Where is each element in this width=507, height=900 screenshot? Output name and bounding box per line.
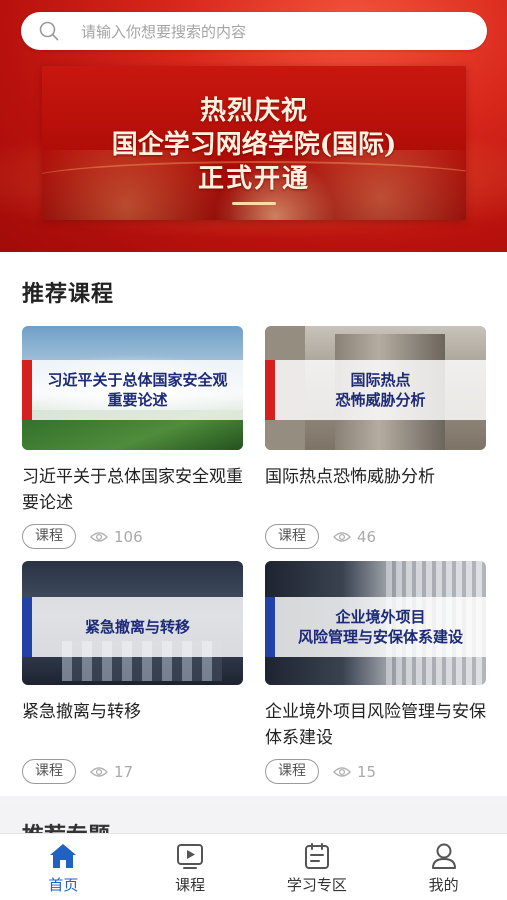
banner-line-3: 正式开通 — [197, 164, 310, 194]
search-bar[interactable]: 请输入你想要搜索的内容 — [21, 12, 487, 50]
thumbnail-caption-text: 国际热点 恐怖威胁分析 — [335, 371, 426, 409]
user-icon — [431, 843, 456, 869]
course-title[interactable]: 紧急撤离与转移 — [22, 699, 243, 725]
view-count-value: 46 — [357, 527, 377, 546]
eye-icon — [333, 766, 351, 777]
course-meta: 课程 15 — [265, 759, 376, 784]
banner-line-1: 热烈庆祝 — [199, 96, 308, 126]
thumbnail-caption-text: 习近平关于总体国家安全观 重要论述 — [47, 371, 228, 409]
course-card[interactable]: 习近平关于总体国家安全观 重要论述 习近平关于总体国家安全观重要论述 课程 10… — [22, 326, 243, 549]
course-card[interactable]: 企业境外项目 风险管理与安保体系建设 企业境外项目风险管理与安保体系建设 课程 … — [265, 561, 486, 784]
eye-icon — [90, 766, 108, 777]
course-card[interactable]: 国际热点 恐怖威胁分析 国际热点恐怖威胁分析 课程 46 — [265, 326, 486, 549]
home-icon — [50, 844, 77, 868]
tab-study-zone[interactable]: 学习专区 — [254, 834, 381, 900]
banner-underline — [232, 202, 276, 205]
course-title[interactable]: 习近平关于总体国家安全观重要论述 — [22, 464, 243, 516]
tab-courses[interactable]: 课程 — [127, 834, 254, 900]
course-type-tag: 课程 — [265, 524, 319, 549]
view-count-value: 106 — [114, 527, 143, 546]
course-type-tag: 课程 — [265, 759, 319, 784]
course-card[interactable]: 紧急撤离与转移 紧急撤离与转移 课程 17 — [22, 561, 243, 784]
thumbnail-caption: 紧急撤离与转移 — [22, 597, 243, 657]
search-placeholder[interactable]: 请输入你想要搜索的内容 — [81, 21, 246, 42]
course-thumbnail[interactable]: 紧急撤离与转移 — [22, 561, 243, 685]
eye-icon — [333, 531, 351, 542]
promo-banner[interactable]: 热烈庆祝 国企学习网络学院(国际) 正式开通 — [42, 66, 466, 220]
thumbnail-caption: 企业境外项目 风险管理与安保体系建设 — [265, 597, 486, 657]
course-thumbnail[interactable]: 国际热点 恐怖威胁分析 — [265, 326, 486, 450]
eye-icon — [90, 531, 108, 542]
tab-label: 课程 — [175, 876, 206, 894]
thumbnail-caption: 习近平关于总体国家安全观 重要论述 — [22, 360, 243, 420]
course-meta: 课程 17 — [22, 759, 133, 784]
video-play-icon — [177, 844, 204, 869]
course-meta: 课程 46 — [265, 524, 376, 549]
thumbnail-caption: 国际热点 恐怖威胁分析 — [265, 360, 486, 420]
section-divider — [0, 796, 507, 806]
view-count: 15 — [333, 763, 376, 781]
course-thumbnail[interactable]: 企业境外项目 风险管理与安保体系建设 — [265, 561, 486, 685]
view-count: 17 — [90, 763, 133, 781]
study-zone-icon — [304, 843, 329, 869]
tab-label: 我的 — [428, 876, 459, 894]
banner-line-2: 国企学习网络学院(国际) — [111, 130, 397, 160]
section-title-recommended: 推荐课程 — [22, 282, 115, 307]
bottom-tab-bar: 首页 课程 学习专区 我的 — [0, 833, 507, 900]
view-count-value: 17 — [114, 762, 134, 781]
main-content: 推荐课程 习近平关于总体国家安全观 重要论述 习近平关于总体国家安全观重要论述 … — [0, 252, 507, 806]
course-meta: 课程 106 — [22, 524, 143, 549]
tab-label: 首页 — [48, 876, 79, 894]
search-icon — [39, 21, 59, 41]
view-count: 106 — [90, 528, 143, 546]
course-title[interactable]: 企业境外项目风险管理与安保体系建设 — [265, 699, 486, 751]
course-type-tag: 课程 — [22, 759, 76, 784]
course-type-tag: 课程 — [22, 524, 76, 549]
view-count: 46 — [333, 528, 376, 546]
tab-home[interactable]: 首页 — [0, 834, 127, 900]
course-title[interactable]: 国际热点恐怖威胁分析 — [265, 464, 486, 490]
course-thumbnail[interactable]: 习近平关于总体国家安全观 重要论述 — [22, 326, 243, 450]
thumbnail-caption-text: 紧急撤离与转移 — [84, 618, 190, 636]
tab-label: 学习专区 — [286, 876, 347, 894]
tab-me[interactable]: 我的 — [380, 834, 507, 900]
view-count-value: 15 — [357, 762, 377, 781]
hero-header: 请输入你想要搜索的内容 热烈庆祝 国企学习网络学院(国际) 正式开通 — [0, 0, 507, 252]
thumbnail-caption-text: 企业境外项目 风险管理与安保体系建设 — [297, 608, 463, 646]
